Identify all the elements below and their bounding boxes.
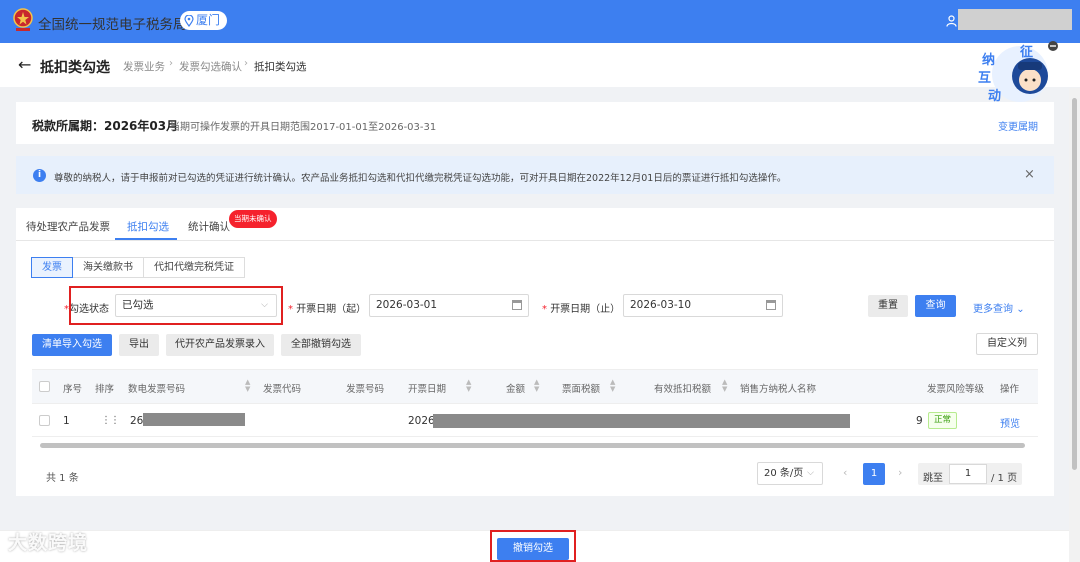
page-number-current[interactable]: 1 (863, 463, 885, 485)
sort-icon[interactable]: ▲ ▼ (245, 379, 250, 393)
location-selector[interactable]: 厦门 (180, 11, 228, 30)
close-icon[interactable]: × (1024, 167, 1035, 182)
highlight-box (490, 530, 576, 562)
document-type-switch: 发票 海关缴款书 代扣代缴完税凭证 (31, 257, 245, 278)
info-icon: i (33, 169, 46, 182)
preview-link[interactable]: 预览 (1000, 415, 1020, 430)
column-header-amount[interactable]: 金额 (506, 381, 525, 395)
date-end-label-text: 开票日期（止） (550, 304, 621, 315)
row-checkbox[interactable] (39, 415, 50, 426)
date-end-label: * 开票日期（止） (542, 304, 621, 315)
mascot-char: 纳 (982, 52, 995, 68)
calendar-icon (512, 300, 522, 310)
redacted-einvoice-no (143, 413, 245, 426)
column-header-tax-amount[interactable]: 票面税额 (562, 381, 600, 395)
highlight-box (69, 286, 283, 325)
subtab-customs-payment[interactable]: 海关缴款书 (72, 257, 144, 278)
sort-icon[interactable]: ▲ ▼ (466, 379, 471, 393)
date-end-input[interactable]: 2026-03-10 (623, 294, 783, 317)
table-horizontal-scrollbar[interactable] (40, 443, 1025, 448)
breadcrumb-invoice-confirm[interactable]: 发票勾选确认 (179, 59, 242, 74)
redacted-row-data (433, 414, 850, 428)
subtab-withholding-certificate[interactable]: 代扣代缴完税凭证 (143, 257, 245, 278)
column-header-action: 操作 (1000, 384, 1020, 395)
column-header-valid-deduction[interactable]: 有效抵扣税额 (654, 381, 711, 395)
select-all-checkbox[interactable] (39, 381, 50, 392)
date-end-value: 2026-03-10 (630, 299, 692, 311)
date-start-label-text: 开票日期（起） (296, 304, 367, 315)
subtab-invoice[interactable]: 发票 (31, 257, 73, 278)
breadcrumb-invoice-business[interactable]: 发票业务 (123, 59, 165, 74)
total-count: 共 1 条 (46, 473, 79, 484)
breadcrumb-separator-icon: › (169, 58, 173, 69)
reset-button[interactable]: 重置 (868, 295, 908, 317)
location-pin-icon (184, 14, 194, 27)
unconfirmed-badge: 当期未确认 (229, 210, 277, 228)
tax-period: 税款所属期：2026年03月 (32, 119, 179, 133)
sort-icon[interactable]: ▲ ▼ (722, 379, 727, 393)
cancel-all-select-button[interactable]: 全部撤销勾选 (281, 334, 361, 356)
column-header-index: 序号 (63, 384, 83, 395)
user-icon[interactable] (946, 15, 957, 27)
page-size-select[interactable]: 20 条/页 ⌵ (757, 462, 823, 485)
interactive-assistant-mascot[interactable]: 征 纳 互 动 (972, 40, 1064, 104)
page-jump-input[interactable]: 1 (949, 464, 987, 484)
page-jump-label: 跳至 (923, 473, 943, 484)
back-arrow-icon[interactable]: ← (18, 55, 31, 74)
tab-statistics-confirm[interactable]: 统计确认 (188, 219, 230, 234)
tabs-divider (16, 240, 1054, 241)
custom-columns-button[interactable]: 自定义列 (976, 333, 1038, 355)
column-header-seller-name: 销售方纳税人名称 (740, 384, 817, 395)
page-size-value: 20 条/页 (764, 468, 804, 479)
row-index: 1 (63, 415, 70, 427)
sort-icon[interactable]: ▲ ▼ (534, 379, 539, 393)
column-header-sort: 排序 (95, 384, 115, 395)
tab-deduction-select[interactable]: 抵扣勾选 (127, 219, 169, 234)
breadcrumb-current: 抵扣类勾选 (254, 61, 307, 73)
date-start-value: 2026-03-01 (376, 299, 438, 311)
chevron-down-icon: ⌄ (1016, 304, 1025, 315)
calendar-icon (766, 300, 776, 310)
period-range-text: 当期可操作发票的开具日期范围2017-01-01至2026-03-31 (170, 122, 437, 133)
watermark: 大数跨境 (8, 532, 89, 554)
tax-emblem-icon (13, 8, 33, 31)
tab-pending-agri-invoices[interactable]: 待处理农产品发票 (26, 219, 110, 234)
change-period-link[interactable]: 变更属期 (998, 118, 1038, 133)
page-scrollbar-thumb[interactable] (1072, 98, 1077, 470)
date-start-input[interactable]: 2026-03-01 (369, 294, 529, 317)
import-select-button[interactable]: 清单导入勾选 (32, 334, 112, 356)
row-seller-name: 9 (916, 415, 923, 427)
user-name-redacted[interactable] (958, 9, 1072, 30)
column-header-invoice-no: 发票号码 (346, 384, 385, 395)
export-button[interactable]: 导出 (119, 334, 159, 356)
drag-handle-icon[interactable]: ⋮⋮ (101, 415, 120, 426)
mascot-char: 互 (978, 71, 991, 86)
mascot-char: 征 (1020, 44, 1033, 60)
sort-icon[interactable]: ▲ ▼ (610, 379, 615, 393)
total-pages: / 1 页 (991, 473, 1018, 484)
app-title: 全国统一规范电子税务局 (38, 17, 187, 33)
location-label: 厦门 (196, 13, 221, 27)
prev-page-icon[interactable]: ‹ (843, 466, 847, 479)
row-einvoice-no: 26 (130, 415, 144, 427)
risk-status-badge: 正常 (928, 412, 958, 429)
column-header-risk-level: 发票风险等级 (927, 384, 985, 395)
next-page-icon[interactable]: › (898, 466, 902, 479)
more-query-link[interactable]: 更多查询 ⌄ (973, 300, 1025, 315)
date-start-label: * 开票日期（起） (288, 304, 367, 315)
page-title: 抵扣类勾选 (40, 60, 110, 76)
column-header-issue-date[interactable]: 开票日期 (408, 381, 446, 395)
column-header-invoice-code: 发票代码 (263, 384, 302, 395)
notice-text: 尊敬的纳税人，请于申报前对已勾选的凭证进行统计确认。农产品业务抵扣勾选和代扣代缴… (54, 173, 787, 184)
row-divider (32, 436, 1038, 437)
chevron-down-icon: ⌵ (807, 468, 814, 478)
breadcrumb-separator-icon: › (244, 58, 248, 69)
column-header-einvoice-no[interactable]: 数电发票号码 (128, 381, 185, 395)
query-button[interactable]: 查询 (915, 295, 956, 317)
agri-invoice-entry-button[interactable]: 代开农产品发票录入 (166, 334, 274, 356)
more-query-label: 更多查询 (973, 304, 1013, 315)
